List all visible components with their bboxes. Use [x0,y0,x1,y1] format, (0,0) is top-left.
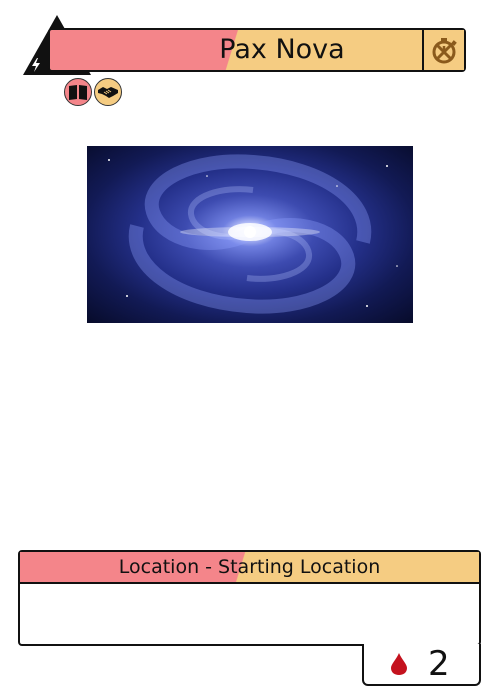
trait-badges [64,78,122,106]
crossed-out-stopwatch-icon [432,38,457,64]
handshake-badge [94,78,122,106]
card-artwork [87,146,413,323]
type-and-text-box: Location - Starting Location [18,550,481,646]
handshake-icon [98,87,118,98]
spiral-galaxy-image [108,154,398,314]
book-icon [69,85,87,100]
title-bar: Pax Nova [48,28,466,72]
blood-drop-icon [391,653,407,675]
stat-value: 2 [428,644,450,684]
title-icon-cell [422,30,464,70]
book-badge [64,78,92,106]
type-line: Location - Starting Location [20,552,479,584]
card-title: Pax Nova [219,34,345,65]
lightning-bolt-icon [32,58,40,72]
stat-box: 2 [362,644,481,686]
